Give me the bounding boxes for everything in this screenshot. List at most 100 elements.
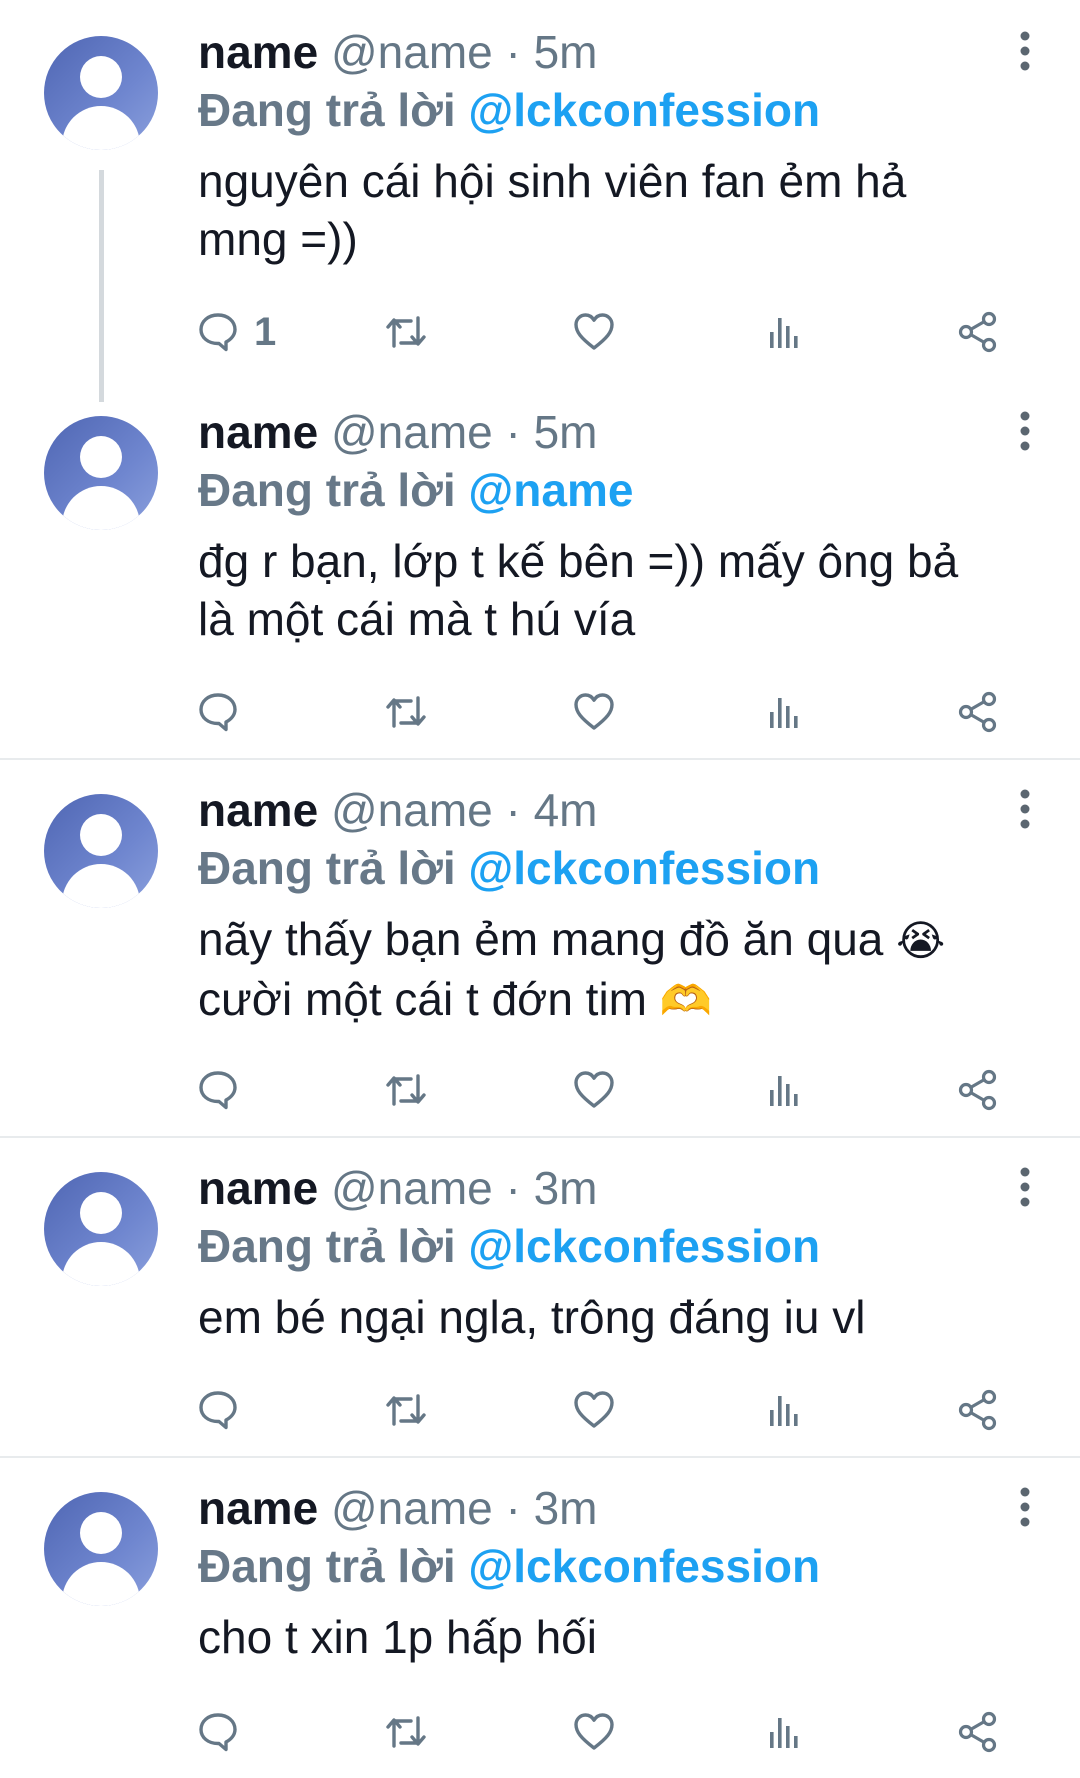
like-button[interactable] <box>572 1382 616 1438</box>
replying-to-label: Đang trả lời <box>198 1220 456 1272</box>
handle-time: @name · 4m <box>330 784 598 836</box>
share-button[interactable] <box>956 1704 1000 1760</box>
retweet-button[interactable] <box>382 304 430 360</box>
avatar[interactable] <box>44 1172 158 1286</box>
tweet-text-line: cho t xin 1p hấp hối <box>198 1611 597 1663</box>
views-button[interactable] <box>766 1704 806 1760</box>
action-bar <box>196 684 1016 740</box>
heart-icon <box>572 1710 616 1754</box>
tweet[interactable]: name @name · 3m Đang trả lời @lckconfess… <box>0 1136 1080 1458</box>
reply-button[interactable] <box>196 1062 240 1118</box>
views-button[interactable] <box>766 1062 806 1118</box>
tweet[interactable]: name @name · 5m Đang trả lời @lckconfess… <box>0 0 1080 402</box>
tweet-text: nãy thấy bạn ẻm mang đồ ăn qua 😭 cười mộ… <box>198 910 1028 1030</box>
replying-to-label: Đang trả lời <box>198 842 456 894</box>
handle-time: @name · 5m <box>330 26 598 78</box>
share-button[interactable] <box>956 684 1000 740</box>
retweet-button[interactable] <box>382 1062 430 1118</box>
bar-chart-icon <box>766 690 806 734</box>
bar-chart-icon <box>766 1068 806 1112</box>
like-button[interactable] <box>572 304 616 360</box>
avatar[interactable] <box>44 794 158 908</box>
reply-button[interactable]: 1 <box>196 304 276 360</box>
views-button[interactable] <box>766 684 806 740</box>
more-vertical-icon[interactable] <box>1014 24 1036 80</box>
tweet-text-line: nãy thấy bạn ẻm mang đồ ăn qua 😭 <box>198 913 946 965</box>
replying-to-handle[interactable]: @name <box>468 464 633 516</box>
tweet[interactable]: name @name · 3m Đang trả lời @lckconfess… <box>0 1456 1080 1778</box>
tweet-text-line: là một cái mà t hú vía <box>198 593 636 645</box>
retweet-button[interactable] <box>382 1382 430 1438</box>
display-name[interactable]: name <box>198 1482 318 1534</box>
display-name[interactable]: name <box>198 784 318 836</box>
share-button[interactable] <box>956 1062 1000 1118</box>
more-vertical-icon[interactable] <box>1014 1160 1036 1216</box>
heart-icon <box>572 690 616 734</box>
more-vertical-icon[interactable] <box>1014 782 1036 838</box>
tweet-text: cho t xin 1p hấp hối <box>198 1608 1028 1666</box>
share-icon <box>956 1068 1000 1112</box>
replies-feed: name @name · 5m Đang trả lời @lckconfess… <box>0 0 1080 1776</box>
share-button[interactable] <box>956 304 1000 360</box>
views-button[interactable] <box>766 1382 806 1438</box>
tweet-text-line: nguyên cái hội sinh viên fan ẻm hả <box>198 155 907 207</box>
comment-icon <box>196 310 240 354</box>
reply-button[interactable] <box>196 684 240 740</box>
like-button[interactable] <box>572 684 616 740</box>
action-bar: 1 <box>196 304 1016 360</box>
tweet-text-line: đg r bạn, lớp t kế bên =)) mấy ông bả <box>198 535 959 587</box>
action-bar <box>196 1382 1016 1438</box>
comment-icon <box>196 690 240 734</box>
replying-to-label: Đang trả lời <box>198 84 456 136</box>
tweet[interactable]: name @name · 5m Đang trả lời @name đg r … <box>0 380 1080 758</box>
more-vertical-icon[interactable] <box>1014 404 1036 460</box>
handle-time: @name · 3m <box>330 1162 598 1214</box>
retweet-icon <box>382 1388 430 1432</box>
views-button[interactable] <box>766 304 806 360</box>
comment-icon <box>196 1710 240 1754</box>
handle-time: @name · 3m <box>330 1482 598 1534</box>
retweet-icon <box>382 1068 430 1112</box>
comment-icon <box>196 1388 240 1432</box>
replying-to-handle[interactable]: @lckconfession <box>468 1540 820 1592</box>
reply-count: 1 <box>254 309 277 354</box>
reply-button[interactable] <box>196 1382 240 1438</box>
share-icon <box>956 1388 1000 1432</box>
share-button[interactable] <box>956 1382 1000 1438</box>
thread-line <box>99 170 104 402</box>
replying-to-label: Đang trả lời <box>198 464 456 516</box>
display-name[interactable]: name <box>198 26 318 78</box>
tweet-text: em bé ngại ngla, trông đáng iu vl <box>198 1288 1028 1346</box>
avatar[interactable] <box>44 416 158 530</box>
tweet-text-line: em bé ngại ngla, trông đáng iu vl <box>198 1291 866 1343</box>
avatar[interactable] <box>44 1492 158 1606</box>
bar-chart-icon <box>766 310 806 354</box>
replying-to-handle[interactable]: @lckconfession <box>468 84 820 136</box>
retweet-icon <box>382 310 430 354</box>
display-name[interactable]: name <box>198 1162 318 1214</box>
share-icon <box>956 690 1000 734</box>
like-button[interactable] <box>572 1062 616 1118</box>
reply-button[interactable] <box>196 1704 240 1760</box>
handle-time: @name · 5m <box>330 406 598 458</box>
like-button[interactable] <box>572 1704 616 1760</box>
retweet-icon <box>382 690 430 734</box>
heart-hands-emoji: 🫶 <box>659 976 713 1025</box>
bar-chart-icon <box>766 1388 806 1432</box>
replying-to-handle[interactable]: @lckconfession <box>468 842 820 894</box>
retweet-button[interactable] <box>382 1704 430 1760</box>
retweet-button[interactable] <box>382 684 430 740</box>
retweet-icon <box>382 1710 430 1754</box>
share-icon <box>956 310 1000 354</box>
display-name[interactable]: name <box>198 406 318 458</box>
more-vertical-icon[interactable] <box>1014 1480 1036 1536</box>
heart-icon <box>572 1068 616 1112</box>
share-icon <box>956 1710 1000 1754</box>
tweet-text-line: mng =)) <box>198 213 358 265</box>
tweet-text: đg r bạn, lớp t kế bên =)) mấy ông bả là… <box>198 532 1028 648</box>
avatar[interactable] <box>44 36 158 150</box>
tweet[interactable]: name @name · 4m Đang trả lời @lckconfess… <box>0 758 1080 1138</box>
replying-to-handle[interactable]: @lckconfession <box>468 1220 820 1272</box>
crying-face-emoji: 😭 <box>896 916 946 965</box>
heart-icon <box>572 310 616 354</box>
